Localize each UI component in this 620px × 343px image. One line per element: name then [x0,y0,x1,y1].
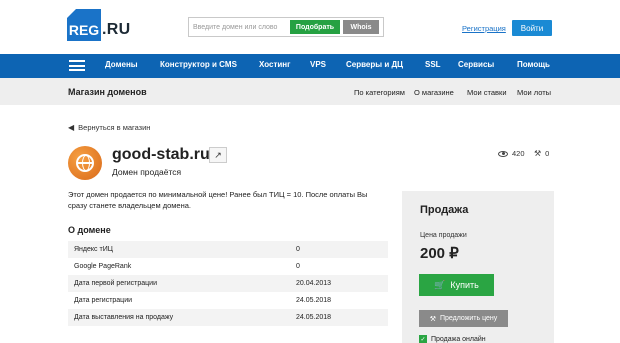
sale-title: Продажа [420,204,469,216]
reg-ru-logo[interactable]: REG .RU [67,9,130,41]
nav-item-servers[interactable]: Серверы и ДЦ [346,60,403,69]
main-nav: Домены Конструктор и CMS Хостинг VPS Сер… [0,54,620,78]
logo-suffix: .RU [102,21,131,38]
nav-item-services[interactable]: Сервисы [458,60,494,69]
row-value: 24.05.2018 [296,297,332,304]
nav-item-constructor[interactable]: Конструктор и CMS [160,60,237,69]
eye-icon [498,150,508,157]
domain-name: good-stab.ru [112,146,210,163]
domain-description: Этот домен продается по минимальной цене… [68,190,368,210]
buy-button[interactable]: 🛒 Купить [419,274,494,296]
row-value: 0 [296,263,300,270]
login-button[interactable]: Войти [512,20,552,36]
row-label: Яндекс тИЦ [68,241,296,258]
sub-link-my-bids[interactable]: Мои ставки [467,88,507,97]
domain-status: Домен продаётся [112,167,182,177]
row-value: 20.04.2013 [296,275,388,292]
table-row: Дата первой регистрации 20.04.2013 [68,275,388,292]
back-link-label: Вернуться в магазин [78,123,151,132]
row-label: Google PageRank [74,263,132,270]
bids-counter: ⚒ 0 [534,149,549,158]
nav-item-domains[interactable]: Домены [105,60,138,69]
sub-link-my-lots[interactable]: Мои лоты [517,88,551,97]
nav-item-ssl[interactable]: SSL [425,60,441,69]
pick-button[interactable]: Подобрать [290,20,340,34]
domain-search-input[interactable] [193,23,287,31]
sub-link-about-shop[interactable]: О магазине [414,88,454,97]
sub-link-categories[interactable]: По категориям [354,88,405,97]
hammer-icon: ⚒ [534,149,542,158]
whois-button[interactable]: Whois [343,20,379,34]
nav-item-help[interactable]: Помощь [517,60,550,69]
buy-button-label: Купить [450,280,479,290]
price-value: 200 ₽ [420,245,459,262]
table-row: Дата выставления на продажу 24.05.2018 [68,309,388,326]
cart-icon: 🛒 [434,279,446,290]
views-counter: 420 [498,149,525,158]
online-sale-label: Продажа онлайн [431,335,486,343]
globe-icon [68,146,102,180]
shop-subbar: Магазин доменов По категориям О магазине… [0,78,620,105]
logo-mark: REG [67,9,101,41]
views-count: 420 [512,149,525,158]
hammer-icon: ⚒ [429,315,436,323]
sale-panel: Продажа Цена продажи 200 ₽ 🛒 Купить ⚒ Пр… [402,191,554,343]
nav-item-vps[interactable]: VPS [310,60,326,69]
arrow-left-icon: ◀ [68,123,75,132]
table-row: Дата регистрации 24.05.2018 [68,292,388,309]
shop-title: Магазин доменов [68,87,147,97]
bids-count: 0 [545,149,550,158]
nav-item-hosting[interactable]: Хостинг [259,60,290,69]
domain-search-form: Подобрать Whois [188,17,384,37]
about-domain-table: Яндекс тИЦ 0 Google PageRank 0 Дата перв… [68,241,388,326]
online-sale-indicator: ✓ Продажа онлайн [419,335,486,343]
register-link[interactable]: Регистрация [462,24,506,33]
row-value: 0 [296,241,388,258]
top-header: REG .RU Подобрать Whois Регистрация Войт… [0,0,620,54]
row-label: Дата первой регистрации [68,275,296,292]
about-domain-title: О домене [68,225,111,235]
table-row: Google PageRank 0 [68,258,388,275]
row-value: 24.05.2018 [296,309,388,326]
back-to-shop-link[interactable]: ◀ Вернуться в магазин [68,123,150,132]
offer-button-label: Предложить цену [439,315,498,322]
check-icon: ✓ [419,335,427,343]
row-label: Дата выставления на продажу [68,309,296,326]
offer-price-button[interactable]: ⚒ Предложить цену [419,310,508,327]
table-row: Яндекс тИЦ 0 [68,241,388,258]
price-label: Цена продажи [420,232,467,239]
external-link-icon: ↗ [214,149,222,160]
row-label: Дата регистрации [74,297,133,304]
external-link-button[interactable]: ↗ [209,147,227,163]
menu-icon[interactable] [69,60,85,71]
